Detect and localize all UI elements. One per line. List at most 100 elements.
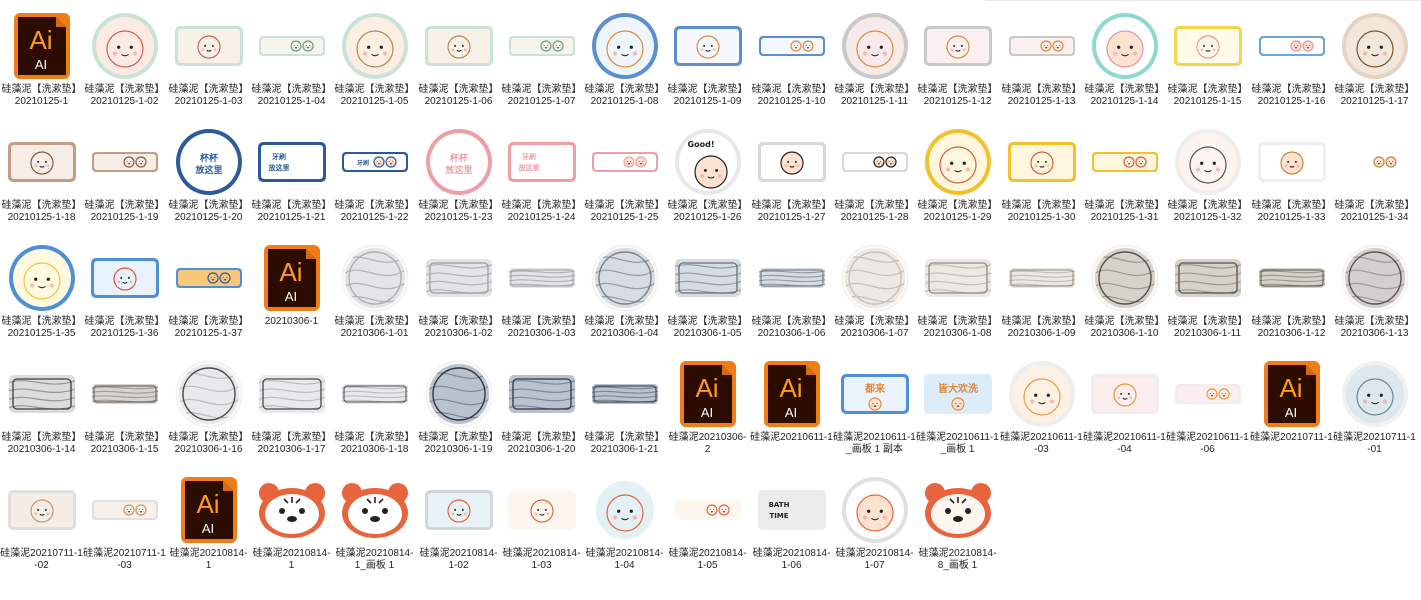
file-item[interactable]: 硅藻泥20210611-1-04: [1083, 348, 1166, 464]
file-item[interactable]: 硅藻泥【洗漱垫】20210306-1-09: [1000, 232, 1083, 348]
file-item[interactable]: 硅藻泥20210814-1-07: [833, 464, 916, 580]
file-item[interactable]: 硅藻泥【洗漱垫】20210306-1-02: [417, 232, 500, 348]
file-item[interactable]: 皆大欢洗 硅藻泥20210611-1_画板 1: [916, 348, 999, 464]
file-item[interactable]: 硅藻泥20210814-1: [250, 464, 333, 580]
image-thumbnail: [750, 124, 833, 200]
file-item[interactable]: 硅藻泥【洗漱垫】20210125-1-05: [333, 0, 416, 116]
file-name-label: 硅藻泥【洗漱垫】20210306-1-03: [501, 316, 582, 339]
file-item[interactable]: 硅藻泥【洗漱垫】20210306-1-08: [916, 232, 999, 348]
file-item[interactable]: 硅藻泥20210814-1-02: [417, 464, 500, 580]
file-item[interactable]: 硅藻泥【洗漱垫】20210125-1-16: [1250, 0, 1333, 116]
file-item[interactable]: 硅藻泥【洗漱垫】20210125-1-29: [916, 116, 999, 232]
file-item[interactable]: 硅藻泥【洗漱垫】20210125-1-28: [833, 116, 916, 232]
file-item[interactable]: 硅藻泥【洗漱垫】20210125-1-08: [583, 0, 666, 116]
file-item[interactable]: 硅藻泥【洗漱垫】20210125-1-34: [1333, 116, 1416, 232]
file-name-label: 硅藻泥20210611-1-03: [1000, 432, 1083, 455]
file-item[interactable]: 硅藻泥【洗漱垫】20210125-1-25: [583, 116, 666, 232]
file-item[interactable]: 硅藻泥【洗漱垫】20210306-1-16: [167, 348, 250, 464]
file-item[interactable]: BATH TIME 硅藻泥20210814-1-06: [750, 464, 833, 580]
file-item[interactable]: Ai AI 硅藻泥【洗漱垫】20210125-1: [0, 0, 83, 116]
file-item[interactable]: 硅藻泥【洗漱垫】20210125-1-13: [1000, 0, 1083, 116]
file-item[interactable]: 硅藻泥【洗漱垫】20210125-1-31: [1083, 116, 1166, 232]
file-item[interactable]: 硅藻泥【洗漱垫】20210125-1-32: [1166, 116, 1249, 232]
file-item[interactable]: 硅藻泥【洗漱垫】20210306-1-01: [333, 232, 416, 348]
file-item[interactable]: 硅藻泥【洗漱垫】20210306-1-14: [0, 348, 83, 464]
file-item[interactable]: 硅藻泥20210711-1-03: [83, 464, 166, 580]
file-item[interactable]: 硅藻泥【洗漱垫】20210125-1-10: [750, 0, 833, 116]
file-item[interactable]: 硅藻泥20210814-8_画板 1: [916, 464, 999, 580]
file-item[interactable]: 硅藻泥【洗漱垫】20210125-1-18: [0, 116, 83, 232]
file-item[interactable]: 硅藻泥【洗漱垫】20210125-1-37: [167, 232, 250, 348]
file-item[interactable]: 硅藻泥【洗漱垫】20210306-1-18: [333, 348, 416, 464]
thumbnail-graphic: BATH TIME: [757, 490, 826, 530]
file-item[interactable]: Ai AI 硅藻泥20210611-1: [750, 348, 833, 464]
file-item[interactable]: 硅藻泥【洗漱垫】20210125-1-36: [83, 232, 166, 348]
svg-text:放这里: 放这里: [194, 164, 222, 176]
file-item[interactable]: 硅藻泥【洗漱垫】20210125-1-30: [1000, 116, 1083, 232]
file-item[interactable]: 硅藻泥【洗漱垫】20210306-1-12: [1250, 232, 1333, 348]
file-item[interactable]: 硅藻泥【洗漱垫】20210306-1-20: [500, 348, 583, 464]
file-item[interactable]: 硅藻泥【洗漱垫】20210125-1-02: [83, 0, 166, 116]
file-item[interactable]: 都来 硅藻泥20210611-1_画板 1 副本: [833, 348, 916, 464]
file-item[interactable]: 牙刷 硅藻泥【洗漱垫】20210125-1-22: [333, 116, 416, 232]
file-item[interactable]: 硅藻泥【洗漱垫】20210306-1-04: [583, 232, 666, 348]
file-item[interactable]: 硅藻泥【洗漱垫】20210306-1-19: [417, 348, 500, 464]
file-item[interactable]: 牙刷 放这里 硅藻泥【洗漱垫】20210125-1-24: [500, 116, 583, 232]
file-name-label: 硅藻泥20210306-2: [668, 432, 747, 455]
illustrator-file-icon: Ai AI: [167, 472, 250, 548]
thumbnail-graphic: [8, 245, 75, 311]
file-name-label: 硅藻泥【洗漱垫】20210125-1-26: [667, 200, 748, 223]
file-item[interactable]: 硅藻泥【洗漱垫】20210125-1-19: [83, 116, 166, 232]
file-item[interactable]: 硅藻泥【洗漱垫】20210306-1-21: [583, 348, 666, 464]
file-item[interactable]: 杯杯 放这里 硅藻泥【洗漱垫】20210125-1-20: [167, 116, 250, 232]
file-item[interactable]: 硅藻泥20210611-1-06: [1166, 348, 1249, 464]
file-item[interactable]: 硅藻泥【洗漱垫】20210125-1-14: [1083, 0, 1166, 116]
file-name-label: 硅藻泥【洗漱垫】20210306-1-14: [1, 432, 82, 455]
file-item[interactable]: 牙刷 放这里 硅藻泥【洗漱垫】20210125-1-21: [250, 116, 333, 232]
file-item[interactable]: 硅藻泥【洗漱垫】20210125-1-27: [750, 116, 833, 232]
file-item[interactable]: 硅藻泥【洗漱垫】20210306-1-17: [250, 348, 333, 464]
file-item[interactable]: Ai AI 硅藻泥20210814-1: [167, 464, 250, 580]
file-item[interactable]: 硅藻泥20210814-1-05: [666, 464, 749, 580]
file-item[interactable]: 硅藻泥20210711-1-02: [0, 464, 83, 580]
file-item[interactable]: 硅藻泥20210814-1-03: [500, 464, 583, 580]
file-item[interactable]: 硅藻泥【洗漱垫】20210125-1-12: [916, 0, 999, 116]
file-item[interactable]: 硅藻泥【洗漱垫】20210125-1-15: [1166, 0, 1249, 116]
file-item[interactable]: 硅藻泥【洗漱垫】20210306-1-10: [1083, 232, 1166, 348]
file-item[interactable]: Good! 硅藻泥【洗漱垫】20210125-1-26: [666, 116, 749, 232]
image-thumbnail: [0, 356, 83, 432]
file-item[interactable]: 硅藻泥【洗漱垫】20210306-1-11: [1166, 232, 1249, 348]
file-item[interactable]: 硅藻泥【洗漱垫】20210125-1-04: [250, 0, 333, 116]
file-name-label: 硅藻泥20210611-1-04: [1083, 432, 1166, 455]
file-item[interactable]: 硅藻泥【洗漱垫】20210306-1-05: [666, 232, 749, 348]
thumbnail-graphic: [1091, 13, 1158, 79]
thumbnail-graphic: [591, 477, 658, 543]
file-item[interactable]: 硅藻泥【洗漱垫】20210306-1-07: [833, 232, 916, 348]
file-item[interactable]: Ai AI 硅藻泥20210711-1: [1250, 348, 1333, 464]
file-name-label: 硅藻泥【洗漱垫】20210306-1-07: [834, 316, 915, 339]
image-thumbnail: [916, 472, 999, 548]
file-item[interactable]: Ai AI 硅藻泥20210306-2: [666, 348, 749, 464]
image-thumbnail: [333, 472, 416, 548]
file-item[interactable]: 硅藻泥20210814-1-04: [583, 464, 666, 580]
file-item[interactable]: 硅藻泥【洗漱垫】20210306-1-13: [1333, 232, 1416, 348]
file-item[interactable]: 杯杯 放这里 硅藻泥【洗漱垫】20210125-1-23: [417, 116, 500, 232]
file-item[interactable]: 硅藻泥【洗漱垫】20210125-1-17: [1333, 0, 1416, 116]
file-item[interactable]: 硅藻泥【洗漱垫】20210125-1-06: [417, 0, 500, 116]
image-thumbnail: [83, 472, 166, 548]
file-item[interactable]: Ai AI 20210306-1: [250, 232, 333, 348]
file-item[interactable]: 硅藻泥20210611-1-03: [1000, 348, 1083, 464]
file-item[interactable]: 硅藻泥【洗漱垫】20210125-1-03: [167, 0, 250, 116]
file-item[interactable]: 硅藻泥【洗漱垫】20210306-1-03: [500, 232, 583, 348]
file-item[interactable]: 硅藻泥【洗漱垫】20210306-1-15: [83, 348, 166, 464]
file-item[interactable]: 硅藻泥【洗漱垫】20210125-1-33: [1250, 116, 1333, 232]
file-item[interactable]: 硅藻泥20210814-1_画板 1: [333, 464, 416, 580]
file-item[interactable]: 硅藻泥【洗漱垫】20210125-1-11: [833, 0, 916, 116]
file-item[interactable]: 硅藻泥【洗漱垫】20210125-1-09: [666, 0, 749, 116]
image-thumbnail: Good!: [666, 124, 749, 200]
file-item[interactable]: 硅藻泥20210711-1-01: [1333, 348, 1416, 464]
file-item[interactable]: 硅藻泥【洗漱垫】20210125-1-07: [500, 0, 583, 116]
thumbnail-graphic: [923, 26, 992, 66]
file-item[interactable]: 硅藻泥【洗漱垫】20210125-1-35: [0, 232, 83, 348]
file-item[interactable]: 硅藻泥【洗漱垫】20210306-1-06: [750, 232, 833, 348]
